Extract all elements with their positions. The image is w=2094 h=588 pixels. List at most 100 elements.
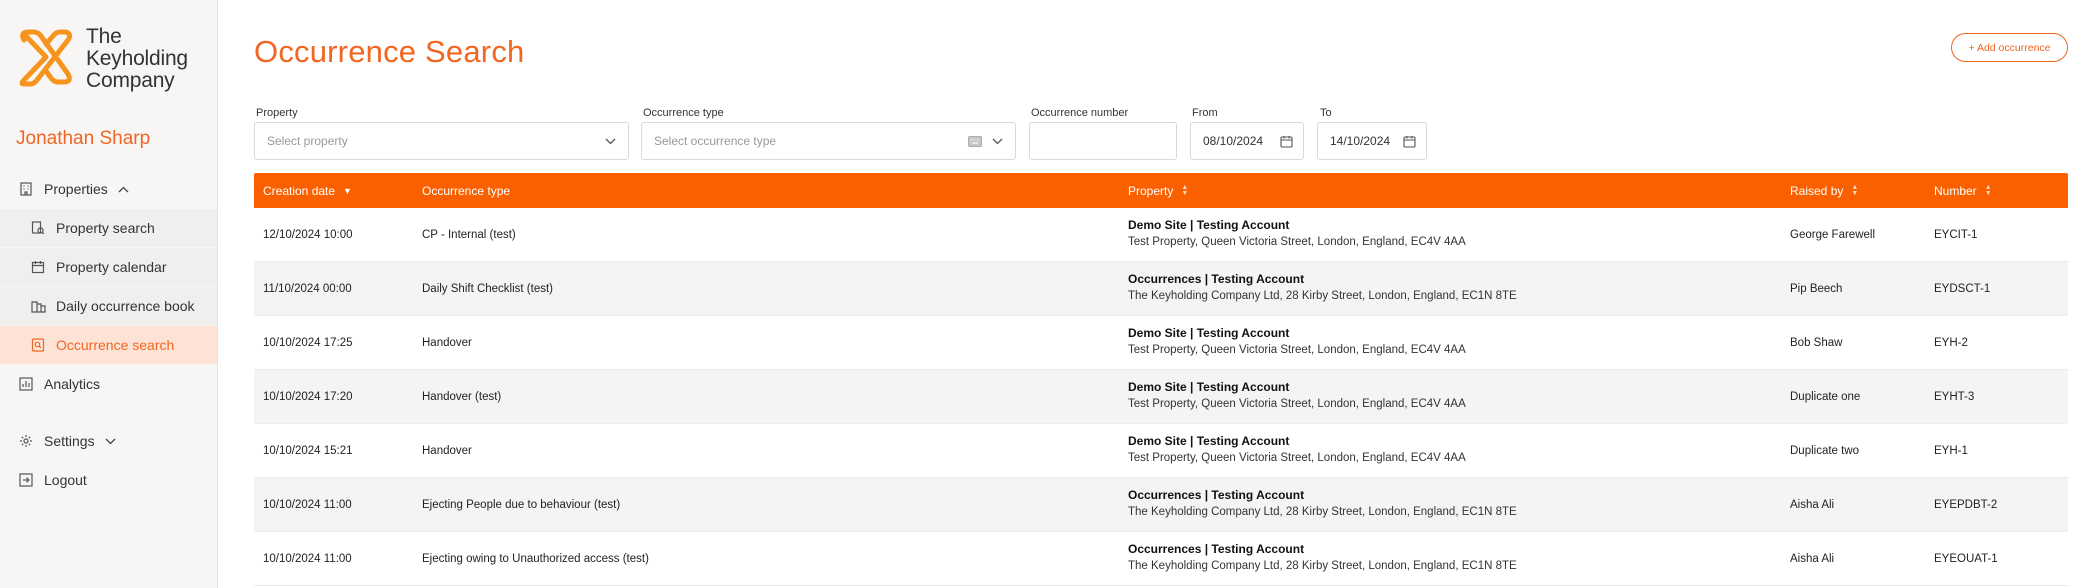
- chevron-down-icon: [605, 138, 616, 144]
- cell-date: 12/10/2024 10:00: [263, 229, 353, 241]
- cell-date: 10/10/2024 11:00: [263, 553, 352, 565]
- nav-properties-label: Properties: [44, 181, 108, 197]
- company-name-line3: Company: [86, 69, 175, 92]
- cell-type: Daily Shift Checklist (test): [422, 283, 554, 295]
- property-select[interactable]: Select property: [254, 122, 629, 160]
- table-row[interactable]: 10/10/2024 15:21 Handover Demo Site | Te…: [254, 424, 2068, 478]
- nav-property-calendar[interactable]: Property calendar: [0, 248, 217, 286]
- cell-date: 10/10/2024 17:20: [263, 391, 353, 403]
- column-property[interactable]: Property ▲ ▼: [1128, 173, 1188, 208]
- keyboard-icon: [968, 135, 982, 147]
- cell-property: Occurrences | Testing Account The Keyhol…: [1128, 542, 1517, 572]
- occurrence-table: Creation date ▼ Occurrence type Property…: [254, 173, 2068, 586]
- nav-occurrence-search-label: Occurrence search: [56, 337, 175, 353]
- table-row[interactable]: 12/10/2024 10:00 CP - Internal (test) De…: [254, 208, 2068, 262]
- table-row[interactable]: 10/10/2024 11:00 Ejecting owing to Unaut…: [254, 532, 2068, 586]
- cell-number: EYHT-3: [1934, 391, 1975, 403]
- calendar-icon[interactable]: [1403, 135, 1416, 148]
- column-raised-by[interactable]: Raised by ▲ ▼: [1790, 173, 1858, 208]
- column-number[interactable]: Number ▲ ▼: [1934, 173, 1992, 208]
- cell-raised-by: Duplicate one: [1790, 391, 1861, 403]
- chevron-up-icon: [118, 182, 129, 196]
- property-address: Test Property, Queen Victoria Street, Lo…: [1128, 236, 1466, 248]
- table-row[interactable]: 10/10/2024 11:00 Ejecting People due to …: [254, 478, 2068, 532]
- cell-number: EYEPDBT-2: [1934, 499, 1998, 511]
- cell-property: Occurrences | Testing Account The Keyhol…: [1128, 488, 1517, 518]
- column-occurrence-type-label: Occurrence type: [422, 183, 511, 198]
- property-address: Test Property, Queen Victoria Street, Lo…: [1128, 398, 1466, 410]
- table-header: Creation date ▼ Occurrence type Property…: [254, 173, 2068, 208]
- nav-settings[interactable]: Settings: [0, 422, 217, 460]
- cell-type: Ejecting People due to behaviour (test): [422, 499, 621, 511]
- sort-icon: ▲ ▼: [1181, 183, 1189, 197]
- calendar-icon[interactable]: [1280, 135, 1293, 148]
- occurrence-type-select[interactable]: Select occurrence type: [641, 122, 1016, 160]
- table-row[interactable]: 10/10/2024 17:20 Handover (test) Demo Si…: [254, 370, 2068, 424]
- cell-raised-by: Pip Beech: [1790, 283, 1843, 295]
- occurrence-type-filter-label: Occurrence type: [643, 107, 724, 119]
- occurrence-type-placeholder: Select occurrence type: [654, 134, 777, 148]
- calendar-icon: [30, 259, 46, 275]
- cell-property: Occurrences | Testing Account The Keyhol…: [1128, 272, 1517, 302]
- from-date-label: From: [1192, 107, 1218, 119]
- property-title: Occurrences | Testing Account: [1128, 488, 1305, 502]
- property-address: The Keyholding Company Ltd, 28 Kirby Str…: [1128, 560, 1517, 572]
- page-title: Occurrence Search: [254, 34, 525, 69]
- occurrence-number-label: Occurrence number: [1031, 107, 1129, 119]
- property-address: The Keyholding Company Ltd, 28 Kirby Str…: [1128, 506, 1517, 518]
- nav-property-search[interactable]: Property search: [0, 209, 217, 247]
- cell-type: Handover: [422, 337, 472, 349]
- cell-number: EYDSCT-1: [1934, 283, 1991, 295]
- property-title: Occurrences | Testing Account: [1128, 272, 1305, 286]
- nav-daily-occurrence-book[interactable]: Daily occurrence book: [0, 287, 217, 325]
- cell-type: Handover: [422, 445, 472, 457]
- cell-raised-by: George Farewell: [1790, 229, 1876, 241]
- cell-type: Ejecting owing to Unauthorized access (t…: [422, 553, 649, 565]
- property-filter-label: Property: [256, 107, 298, 119]
- company-logo[interactable]: The Keyholding Company: [16, 26, 188, 92]
- property-title: Demo Site | Testing Account: [1128, 434, 1290, 448]
- to-date-label: To: [1320, 107, 1332, 119]
- nav-analytics[interactable]: Analytics: [0, 365, 217, 403]
- cell-date: 11/10/2024 00:00: [263, 283, 352, 295]
- nav-analytics-label: Analytics: [44, 376, 101, 392]
- table-row[interactable]: 11/10/2024 00:00 Daily Shift Checklist (…: [254, 262, 2068, 316]
- sort-icon: ▲ ▼: [1851, 183, 1859, 197]
- column-raised-by-label: Raised by: [1790, 183, 1844, 198]
- occurrence-number-input[interactable]: [1029, 122, 1177, 160]
- property-address: Test Property, Queen Victoria Street, Lo…: [1128, 344, 1466, 356]
- occurrence-search-icon: [30, 337, 46, 353]
- cell-property: Demo Site | Testing Account Test Propert…: [1128, 326, 1466, 356]
- add-occurrence-button[interactable]: + Add occurrence: [1951, 33, 2068, 62]
- property-title: Occurrences | Testing Account: [1128, 542, 1305, 556]
- sidebar: The Keyholding Company Jonathan Sharp Pr…: [0, 0, 218, 588]
- property-address: The Keyholding Company Ltd, 28 Kirby Str…: [1128, 290, 1517, 302]
- cell-raised-by: Duplicate two: [1790, 445, 1860, 457]
- column-creation-date-label: Creation date: [263, 183, 336, 198]
- property-search-icon: [30, 220, 46, 236]
- nav-properties[interactable]: Properties: [0, 170, 217, 208]
- company-name-line1: The: [86, 25, 122, 48]
- to-date-input[interactable]: 14/10/2024: [1317, 122, 1427, 160]
- nav-occurrence-search[interactable]: Occurrence search: [0, 326, 217, 364]
- from-date-input[interactable]: 08/10/2024: [1190, 122, 1304, 160]
- nav-property-calendar-label: Property calendar: [56, 259, 167, 275]
- logout-icon: [18, 472, 34, 488]
- column-creation-date[interactable]: Creation date ▼: [263, 173, 352, 208]
- company-name-line2: Keyholding: [86, 47, 188, 70]
- table-row[interactable]: 10/10/2024 17:25 Handover Demo Site | Te…: [254, 316, 2068, 370]
- property-select-placeholder: Select property: [267, 134, 348, 148]
- to-date-value: 14/10/2024: [1330, 134, 1391, 148]
- nav-logout-label: Logout: [44, 472, 87, 488]
- cell-type: CP - Internal (test): [422, 229, 516, 241]
- chevron-down-icon: [105, 434, 116, 448]
- keyholding-logo-icon: [19, 29, 73, 87]
- chart-icon: [18, 376, 34, 392]
- nav-logout[interactable]: Logout: [0, 461, 217, 499]
- user-name[interactable]: Jonathan Sharp: [16, 128, 150, 150]
- cell-number: EYH-1: [1934, 445, 1968, 457]
- gear-icon: [18, 433, 34, 449]
- sort-icon: ▲ ▼: [1984, 183, 1992, 197]
- cell-raised-by: Bob Shaw: [1790, 337, 1843, 349]
- cell-raised-by: Aisha Ali: [1790, 553, 1835, 565]
